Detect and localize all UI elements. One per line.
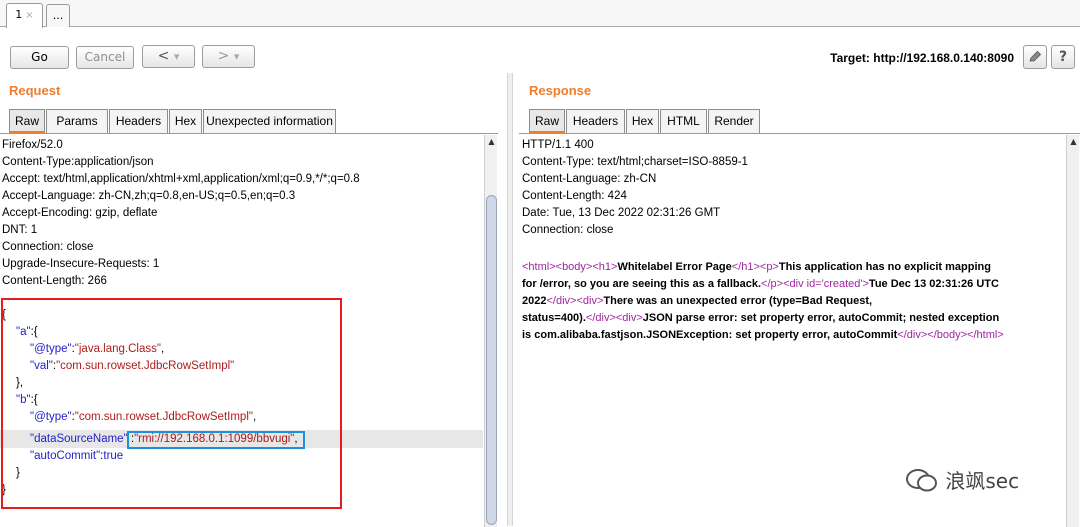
error-text: status=400).	[522, 312, 586, 324]
scroll-thumb[interactable]	[486, 195, 497, 525]
chevron-left-icon: <	[157, 48, 170, 64]
request-header-line: Accept-Language: zh-CN,zh;q=0.8,en-US;q=…	[2, 190, 296, 202]
request-header-line: Accept-Encoding: gzip, deflate	[2, 207, 158, 219]
request-scrollbar[interactable]: ▲	[484, 135, 497, 527]
request-heading: Request	[9, 83, 61, 98]
request-header-line: Upgrade-Insecure-Requests: 1	[2, 258, 160, 270]
history-dropdown-icon[interactable]: ▾	[174, 50, 180, 63]
go-button[interactable]: Go	[10, 46, 69, 69]
go-button-label: Go	[31, 50, 48, 64]
response-header-line: HTTP/1.1 400	[522, 139, 594, 151]
response-tab-headers[interactable]: Headers	[566, 109, 625, 133]
html-tag: <div>	[576, 295, 604, 307]
html-tag: </div>	[897, 329, 928, 341]
error-text: is com.alibaba.fastjson.JSONException: s…	[522, 329, 898, 341]
help-button[interactable]: ?	[1051, 45, 1075, 69]
back-button[interactable]: < ▾	[142, 45, 195, 68]
request-tab-unexpected[interactable]: Unexpected information	[203, 109, 336, 133]
response-body-line: 2022</div><div>There was an unexpected e…	[522, 293, 872, 310]
response-body-line: status=400).</div><div>JSON parse error:…	[522, 310, 999, 327]
response-tab-hex[interactable]: Hex	[626, 109, 659, 133]
response-heading: Response	[529, 83, 592, 98]
payload-highlight-box	[1, 298, 342, 509]
help-icon: ?	[1058, 49, 1068, 65]
response-tab-raw[interactable]: Raw	[529, 109, 565, 133]
datasource-highlight-box	[127, 431, 305, 449]
tab-new-label: ...	[52, 9, 64, 22]
watermark-text: 浪飒sec	[945, 469, 1020, 493]
response-header-line: Content-Language: zh-CN	[522, 173, 657, 185]
response-body-line: is com.alibaba.fastjson.JSONException: s…	[522, 327, 1004, 344]
response-tab-html[interactable]: HTML	[660, 109, 707, 133]
error-title: Whitelabel Error Page	[617, 261, 732, 273]
request-header-line: Content-Type:application/json	[2, 156, 154, 168]
tab-new[interactable]: ...	[46, 4, 70, 27]
html-tag: <p>	[759, 261, 779, 273]
forward-button[interactable]: > ▾	[202, 45, 255, 68]
html-tag: </html>	[967, 329, 1004, 341]
request-editor[interactable]: Firefox/52.0 Content-Type:application/js…	[0, 133, 498, 527]
cancel-button-label: Cancel	[84, 50, 126, 64]
error-text: This application has no explicit mapping	[778, 261, 991, 273]
split-pane-divider[interactable]	[507, 73, 513, 526]
chevron-right-icon: >	[217, 48, 230, 64]
html-tag: <div>	[615, 312, 643, 324]
response-header-line: Content-Type: text/html;charset=ISO-8859…	[522, 156, 748, 168]
tab-1-label: 1	[15, 8, 23, 21]
error-text: There was an unexpected error (type=Bad …	[603, 295, 873, 307]
tab-1[interactable]: 1 ×	[6, 3, 43, 28]
request-header-line: Firefox/52.0	[2, 139, 63, 151]
request-tab-params[interactable]: Params	[46, 109, 108, 133]
html-tag: <html>	[522, 261, 556, 273]
request-header-line: Connection: close	[2, 241, 94, 253]
response-header-line: Connection: close	[522, 224, 614, 236]
request-tab-hex[interactable]: Hex	[169, 109, 202, 133]
request-header-line: Content-Length: 266	[2, 275, 107, 287]
top-tab-strip: 1 × ...	[0, 0, 1080, 28]
html-tag: </p>	[761, 278, 784, 290]
watermark: 浪飒sec	[905, 465, 1019, 494]
response-body-line: for /error, so you are seeing this as a …	[522, 276, 999, 293]
html-tag: <div id='created'>	[783, 278, 869, 290]
html-tag: <h1>	[592, 261, 618, 273]
pencil-icon	[1029, 50, 1042, 62]
response-body-line: <html><body><h1>Whitelabel Error Page</h…	[522, 259, 991, 276]
tab-close-icon[interactable]: ×	[25, 10, 33, 21]
html-tag: <body>	[555, 261, 593, 273]
response-scrollbar[interactable]: ▲	[1066, 135, 1079, 527]
request-header-line: Accept: text/html,application/xhtml+xml,…	[2, 173, 360, 185]
edit-target-button[interactable]	[1023, 45, 1047, 69]
request-header-line: DNT: 1	[2, 224, 38, 236]
scroll-up-icon[interactable]: ▲	[486, 136, 497, 148]
error-text: Tue Dec 13 02:31:26 UTC	[868, 278, 999, 290]
response-tab-render[interactable]: Render	[708, 109, 760, 133]
html-tag: </h1>	[731, 261, 760, 273]
response-header-line: Content-Length: 424	[522, 190, 627, 202]
forward-dropdown-icon[interactable]: ▾	[234, 50, 240, 63]
response-header-line: Date: Tue, 13 Dec 2022 02:31:26 GMT	[522, 207, 721, 219]
error-text: 2022	[522, 295, 547, 307]
scroll-up-icon[interactable]: ▲	[1068, 136, 1079, 148]
target-label: Target: http://192.168.0.140:8090	[830, 51, 1014, 65]
html-tag: </div>	[546, 295, 577, 307]
request-tab-headers[interactable]: Headers	[109, 109, 168, 133]
request-tab-raw[interactable]: Raw	[9, 109, 45, 133]
cancel-button[interactable]: Cancel	[76, 46, 134, 69]
error-text: for /error, so you are seeing this as a …	[522, 278, 762, 290]
html-tag: </div>	[585, 312, 616, 324]
error-text: JSON parse error: set property error, au…	[642, 312, 1000, 324]
wechat-logo-icon	[906, 469, 937, 492]
html-tag: </body>	[927, 329, 968, 341]
